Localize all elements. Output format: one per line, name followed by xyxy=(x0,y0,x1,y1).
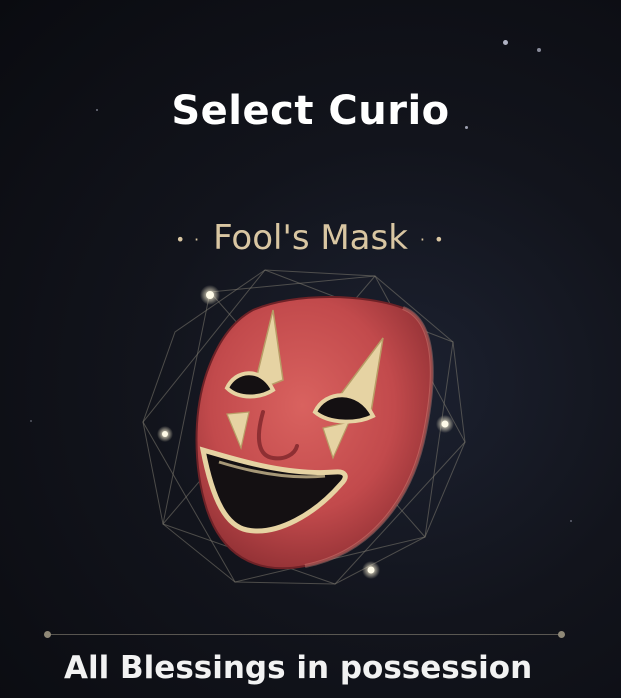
curio-name-header: • · Fool's Mask · • xyxy=(0,215,621,263)
section-divider xyxy=(48,634,564,635)
star xyxy=(537,48,541,52)
curio-name: Fool's Mask xyxy=(213,218,408,258)
ornament-right-icon: · • xyxy=(419,229,446,249)
star xyxy=(570,520,572,522)
star xyxy=(30,420,32,422)
ornament-left-icon: • · xyxy=(175,229,202,249)
mask-shape xyxy=(195,296,434,570)
divider-dot-left-icon xyxy=(44,631,51,638)
divider-dot-right-icon xyxy=(558,631,565,638)
star xyxy=(503,40,508,45)
fools-mask-icon[interactable] xyxy=(135,262,485,592)
blessings-section-label: All Blessings in possession xyxy=(64,650,533,686)
page-title: Select Curio xyxy=(171,88,450,134)
